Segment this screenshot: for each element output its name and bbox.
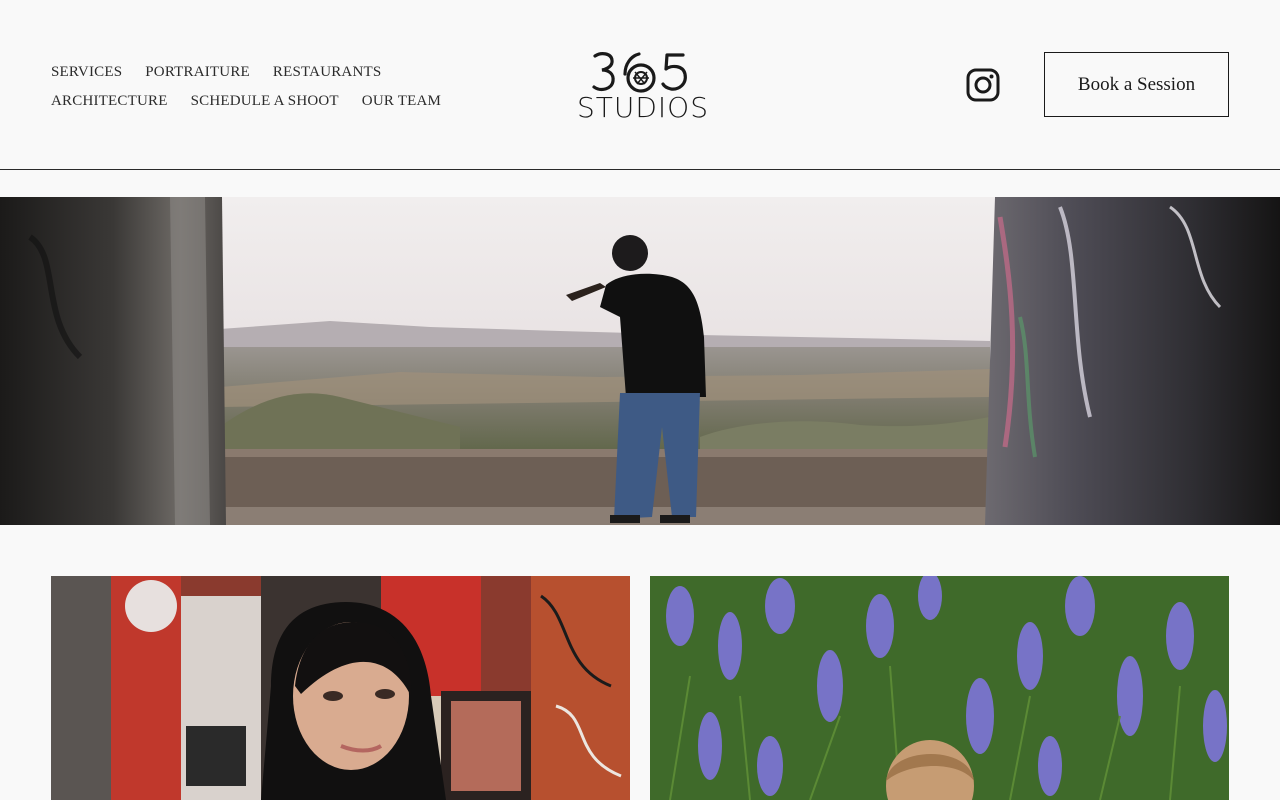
- nav-link-our-team[interactable]: OUR TEAM: [362, 93, 441, 110]
- logo-wordmark: STUDIOS: [576, 91, 709, 124]
- nav-row-1: SERVICES PORTRAITURE RESTAURANTS: [51, 58, 464, 87]
- hero-image: [0, 197, 1280, 525]
- book-session-button[interactable]: Book a Session: [1044, 52, 1229, 117]
- portrait-photo-woman[interactable]: [51, 576, 630, 800]
- logo-365-mark: [592, 52, 687, 93]
- nav-row-2: ARCHITECTURE SCHEDULE A SHOOT OUR TEAM: [51, 87, 464, 116]
- site-logo[interactable]: STUDIOS: [571, 50, 715, 126]
- nav-link-portraiture[interactable]: PORTRAITURE: [145, 64, 250, 81]
- nav-link-schedule-a-shoot[interactable]: SCHEDULE A SHOOT: [191, 93, 339, 110]
- main-nav: SERVICES PORTRAITURE RESTAURANTS ARCHITE…: [51, 58, 464, 116]
- nav-link-services[interactable]: SERVICES: [51, 64, 122, 81]
- nav-link-restaurants[interactable]: RESTAURANTS: [273, 64, 382, 81]
- site-header: SERVICES PORTRAITURE RESTAURANTS ARCHITE…: [0, 0, 1280, 170]
- instagram-icon[interactable]: [965, 67, 1001, 103]
- nav-link-architecture[interactable]: ARCHITECTURE: [51, 93, 168, 110]
- portrait-photo-child-flowers[interactable]: [650, 576, 1229, 800]
